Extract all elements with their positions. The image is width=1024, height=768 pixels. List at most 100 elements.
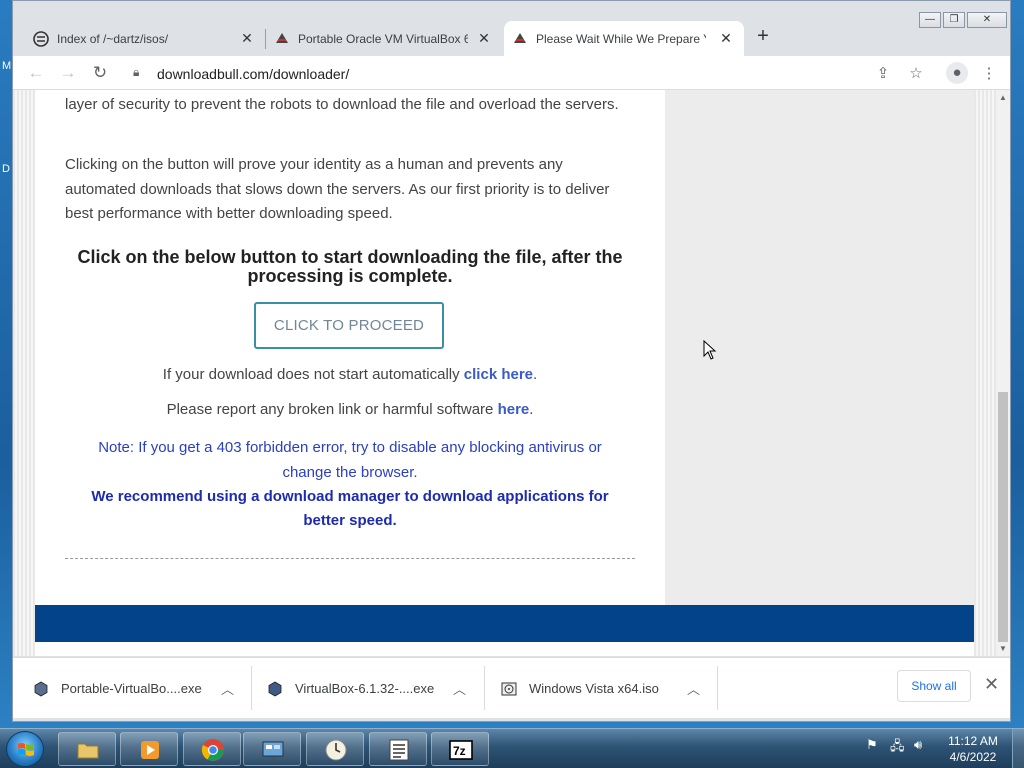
mouse-cursor-icon <box>703 340 717 360</box>
close-icon[interactable]: ✕ <box>476 30 492 47</box>
minimize-button[interactable]: — <box>919 12 941 28</box>
click-to-proceed-button[interactable]: CLICK TO PROCEED <box>254 302 444 349</box>
scroll-up-arrow-icon[interactable]: ▲ <box>998 93 1008 102</box>
taskbar: 7z ⚑ 🖧︎ 🔊︎ 11:12 AM 4/6/2022 <box>0 728 1024 768</box>
share-icon[interactable]: ⇪ <box>873 64 893 82</box>
scrollbar-thumb[interactable] <box>998 392 1008 642</box>
period-text: . <box>533 366 538 383</box>
report-line: Please report any broken link or harmful… <box>65 401 635 418</box>
7zip-icon: 7z <box>449 740 473 760</box>
folder-icon <box>77 743 99 759</box>
clock-date: 4/6/2022 <box>949 750 997 764</box>
report-here-link[interactable]: here <box>498 401 530 418</box>
shelf-divider <box>251 666 252 710</box>
close-icon[interactable]: ✕ <box>718 30 734 47</box>
taskbar-clock-app[interactable] <box>306 732 364 766</box>
virtualbox-icon <box>33 681 49 697</box>
close-icon[interactable]: ✕ <box>984 674 999 695</box>
download-manager-recommendation: We recommend using a download manager to… <box>91 488 609 529</box>
intro-paragraph: layer of security to prevent the robots … <box>65 96 619 113</box>
tab-index-of-isos[interactable]: Index of /~dartz/isos/ ✕ <box>25 21 265 56</box>
chevron-up-icon[interactable]: ︿ <box>221 679 234 698</box>
site-footer-bar <box>35 605 974 642</box>
maximize-button[interactable]: ❐ <box>943 12 965 28</box>
lock-icon: 🔒︎ <box>133 65 140 79</box>
page-scrollbar[interactable]: ▲ ▼ <box>996 90 1010 656</box>
browser-toolbar: ← → ↻ 🔒︎ downloadbull.com/downloader/ ⇪ … <box>13 56 1010 90</box>
browser-window: Index of /~dartz/isos/ ✕ Portable Oracle… <box>12 0 1011 722</box>
taskbar-notes-list[interactable] <box>369 732 427 766</box>
chrome-icon <box>201 739 224 761</box>
auto-download-line: If your download does not start automati… <box>65 366 635 383</box>
download-heading: Click on the below button to start downl… <box>77 247 623 286</box>
virtualbox-icon <box>267 681 283 697</box>
taskbar-chrome[interactable] <box>183 732 241 766</box>
report-text: Please report any broken link or harmful… <box>166 401 498 418</box>
start-button[interactable] <box>6 731 44 767</box>
system-tray: ⚑ 🖧︎ 🔊︎ <box>862 737 942 759</box>
action-center-flag-icon[interactable]: ⚑ <box>866 737 878 753</box>
menu-kebab-icon[interactable]: ⋮ <box>979 64 999 82</box>
auto-download-text: If your download does not start automati… <box>162 366 464 383</box>
tab-strip: Index of /~dartz/isos/ ✕ Portable Oracle… <box>13 1 1010 56</box>
profile-avatar-icon[interactable]: ● <box>946 62 968 84</box>
svg-text:7z: 7z <box>453 744 466 758</box>
download-item[interactable]: Portable-VirtualBo....exe ︿ <box>33 658 251 719</box>
bookmark-star-icon[interactable]: ☆ <box>906 64 926 82</box>
chevron-up-icon[interactable]: ︿ <box>453 679 466 698</box>
page-viewport: layer of security to prevent the robots … <box>13 90 996 656</box>
new-tab-button[interactable]: + <box>751 25 775 48</box>
dashed-divider <box>65 558 635 559</box>
period-text: . <box>529 401 534 418</box>
back-arrow-icon[interactable]: ← <box>25 62 47 84</box>
downloads-shelf: Portable-VirtualBo....exe ︿ VirtualBox-6… <box>13 657 1010 718</box>
tab-portable-virtualbox[interactable]: Portable Oracle VM VirtualBox 6. ✕ <box>266 21 502 56</box>
reload-icon[interactable]: ↻ <box>89 62 111 84</box>
scroll-down-arrow-icon[interactable]: ▼ <box>998 644 1008 653</box>
download-filename: Portable-VirtualBo....exe <box>61 681 202 696</box>
tab-title: Index of /~dartz/isos/ <box>57 31 169 46</box>
download-filename: VirtualBox-6.1.32-....exe <box>295 681 435 696</box>
clock-icon <box>325 739 347 761</box>
tab-title: Please Wait While We Prepare Yo <box>536 31 706 46</box>
clock-time: 11:12 AM <box>948 734 998 748</box>
network-icon[interactable]: 🖧︎ <box>890 737 905 759</box>
taskbar-media-player[interactable] <box>120 732 178 766</box>
ninja-icon <box>274 31 290 47</box>
taskbar-file-explorer[interactable] <box>58 732 116 766</box>
windows-logo-icon <box>18 743 34 756</box>
click-here-link[interactable]: click here <box>464 366 533 383</box>
address-bar[interactable]: 🔒︎ downloadbull.com/downloader/ <box>123 60 993 86</box>
window-close-button[interactable]: ✕ <box>967 12 1007 28</box>
download-filename: Windows Vista x64.iso <box>529 681 659 696</box>
download-item[interactable]: Windows Vista x64.iso ︿ <box>501 658 719 719</box>
media-player-icon <box>141 741 159 759</box>
volume-icon[interactable]: 🔊︎ <box>914 737 922 753</box>
taskbar-control-panel[interactable] <box>243 732 301 766</box>
taskbar-clock[interactable]: 11:12 AM 4/6/2022 <box>940 733 1006 765</box>
show-all-button[interactable]: Show all <box>897 670 971 702</box>
server-icon <box>33 30 49 47</box>
url-text[interactable]: downloadbull.com/downloader/ <box>157 66 349 82</box>
close-icon[interactable]: ✕ <box>239 30 255 47</box>
taskbar-7zip[interactable]: 7z <box>431 732 489 766</box>
forbidden-note: Note: If you get a 403 forbidden error, … <box>98 439 602 481</box>
tab-please-wait[interactable]: Please Wait While We Prepare Yo ✕ <box>504 21 744 56</box>
page-gutter-left <box>13 90 35 656</box>
list-icon <box>389 739 409 761</box>
show-desktop-button[interactable] <box>1012 729 1024 768</box>
page-gutter-right <box>974 90 996 656</box>
forward-arrow-icon[interactable]: → <box>57 62 79 84</box>
disc-image-icon <box>501 681 517 697</box>
human-check-paragraph: Clicking on the button will prove your i… <box>65 156 610 222</box>
download-item[interactable]: VirtualBox-6.1.32-....exe ︿ <box>267 658 485 719</box>
chevron-up-icon[interactable]: ︿ <box>687 679 700 698</box>
desktop-edge-text: M <box>2 60 12 72</box>
main-content: layer of security to prevent the robots … <box>35 90 665 605</box>
control-panel-icon <box>262 741 284 759</box>
shelf-divider <box>717 666 718 710</box>
ninja-icon <box>512 31 528 47</box>
tab-title: Portable Oracle VM VirtualBox 6. <box>298 31 468 46</box>
desktop-edge-text: D <box>2 163 10 175</box>
shelf-divider <box>484 666 485 710</box>
